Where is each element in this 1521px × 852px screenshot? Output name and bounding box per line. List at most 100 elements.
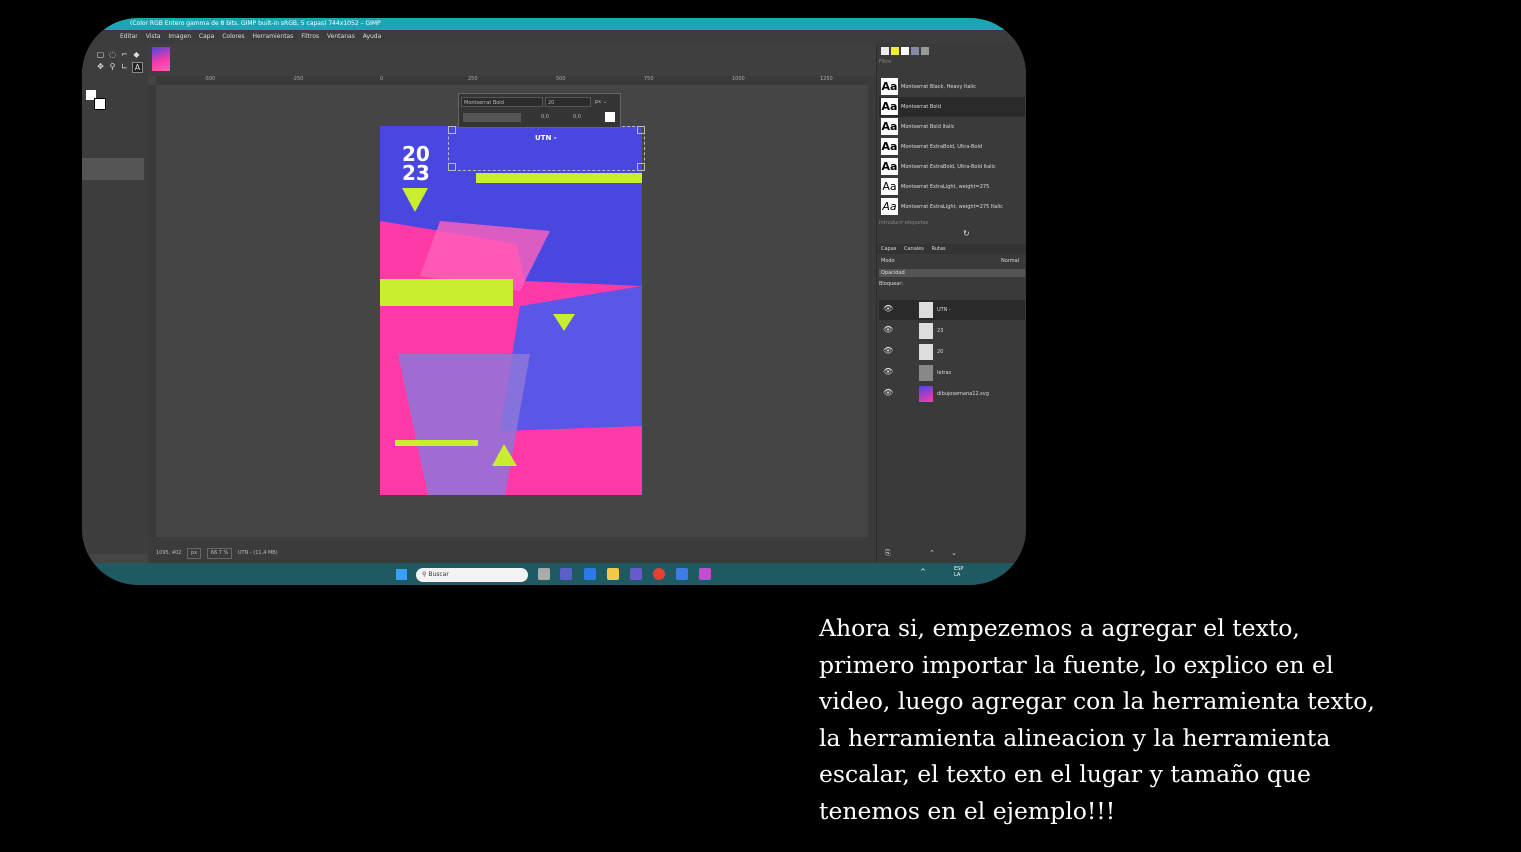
ruler-tick: 500	[556, 76, 566, 82]
poster-image[interactable]: 20 23 UTN -	[380, 126, 642, 495]
unit-select[interactable]: px	[187, 548, 202, 559]
kerning-field[interactable]: 0,0	[573, 113, 599, 122]
text-color-swatch[interactable]	[605, 112, 615, 122]
resize-handle[interactable]	[448, 163, 456, 171]
layer-row[interactable]: 👁 20	[879, 342, 1025, 362]
menu-filtros[interactable]: Filtros	[301, 33, 319, 40]
resize-handle[interactable]	[637, 126, 645, 134]
font-name-field[interactable]: Montserrat Bold	[461, 97, 543, 107]
window-title: (Color RGB Entero gamma de 8 bits, GIMP …	[82, 18, 1026, 30]
font-item[interactable]: Aa Montserrat ExtraBold, Ultra-Bold	[879, 137, 1025, 157]
layer-row[interactable]: 👁 dibujosemana12.svg	[879, 384, 1025, 404]
crop-icon[interactable]: ⌐	[120, 50, 129, 59]
gradient-icon[interactable]	[911, 47, 919, 55]
resize-handle[interactable]	[448, 126, 456, 134]
unit-select[interactable]: px ⌄	[595, 97, 617, 107]
lime-bar-top	[476, 173, 642, 183]
tag-input[interactable]: Introducir etiquetas	[879, 219, 1025, 227]
eye-icon[interactable]: 👁	[883, 388, 893, 398]
gimp-icon[interactable]	[699, 568, 711, 580]
pattern-icon[interactable]	[891, 47, 899, 55]
eye-icon[interactable]: 👁	[883, 304, 893, 314]
tab-rutas[interactable]: Rutas	[931, 246, 945, 252]
teams-icon[interactable]	[560, 568, 572, 580]
palette-icon[interactable]	[921, 47, 929, 55]
mode-select[interactable]: Normal	[1001, 258, 1019, 264]
text-tool-icon[interactable]: A	[132, 62, 143, 73]
discord-icon[interactable]	[630, 568, 642, 580]
resize-handle[interactable]	[637, 163, 645, 171]
measure-icon[interactable]: ∟	[120, 62, 129, 71]
zoom-select[interactable]: 66.7 %	[206, 548, 233, 559]
calendar-icon[interactable]	[584, 568, 596, 580]
dock-tab-icons[interactable]	[879, 46, 1025, 56]
baseline-field[interactable]: 0,0	[541, 113, 567, 122]
font-item[interactable]: Aa Montserrat Bold Italic	[879, 117, 1025, 137]
lasso-icon[interactable]: ◌	[108, 50, 117, 59]
select-rect-icon[interactable]: ▢	[96, 50, 105, 59]
language-indicator[interactable]: ESP LA	[954, 566, 963, 578]
brush-icon[interactable]	[881, 47, 889, 55]
font-item-selected[interactable]: Aa Montserrat Bold	[879, 97, 1025, 117]
menu-herramientas[interactable]: Herramientas	[252, 33, 293, 40]
unit-label: px	[595, 99, 602, 105]
image-layer-icon	[919, 386, 933, 402]
new-layer-icon[interactable]: ⎘	[885, 549, 891, 558]
zoom-icon[interactable]: ⚲	[108, 62, 117, 71]
app-icon[interactable]	[676, 568, 688, 580]
text-layer-icon	[919, 323, 933, 339]
lower-layer-icon[interactable]: ⌄	[951, 549, 957, 557]
raise-layer-icon[interactable]: ⌃	[929, 549, 935, 557]
ruler-tick: 1250	[820, 76, 833, 82]
layer-row[interactable]: 👁 23	[879, 321, 1025, 341]
windows-taskbar: ⚲ Buscar ^ ESP LA	[82, 563, 1026, 585]
menu-ayuda[interactable]: Ayuda	[363, 33, 382, 40]
font-item[interactable]: Aa Montserrat ExtraBold, Ultra-Bold Itali…	[879, 157, 1025, 177]
text-layer-icon	[919, 302, 933, 318]
ruler-tick: -500	[204, 76, 216, 82]
menu-capa[interactable]: Capa	[199, 33, 214, 40]
layer-row-selected[interactable]: 👁 UTN -	[879, 300, 1025, 320]
vertical-scrollbar[interactable]	[868, 76, 876, 543]
font-filter-input[interactable]: Filtro	[879, 58, 1025, 66]
windows-start-icon[interactable]	[396, 569, 407, 580]
search-icon: ⚲	[422, 571, 427, 578]
font-item[interactable]: Aa Montserrat Black, Heavy Italic	[879, 77, 1025, 97]
eye-icon[interactable]: 👁	[883, 325, 893, 335]
chrome-icon[interactable]	[653, 568, 665, 580]
opacity-slider[interactable]: Opacidad	[879, 269, 1025, 277]
instruction-caption: Ahora si, empezemos a agregar el texto, …	[819, 614, 1375, 825]
chevron-up-icon[interactable]: ^	[920, 568, 926, 576]
menu-editar[interactable]: Editar	[120, 33, 138, 40]
font-item[interactable]: Aa Montserrat ExtraLight, weight=275 Ital…	[879, 197, 1025, 217]
text-tool-editor: Montserrat Bold 20 px ⌄ 0,0 0,0	[458, 93, 621, 128]
task-view-icon[interactable]	[538, 568, 550, 580]
transparent-layer-icon	[919, 365, 933, 381]
eye-icon[interactable]: 👁	[883, 346, 893, 356]
menu-vista[interactable]: Vista	[146, 33, 161, 40]
toolbox: ▢ ◌ ⌐ ◆ ✥ ⚲ ∟ A	[82, 44, 148, 554]
taskbar-search[interactable]: ⚲ Buscar	[416, 568, 528, 582]
tab-capas[interactable]: Capas	[881, 246, 896, 252]
menu-colores[interactable]: Colores	[222, 33, 244, 40]
layers-tabs: Capas Canales Rutas	[877, 244, 1026, 254]
tab-canales[interactable]: Canales	[904, 246, 924, 252]
eye-icon[interactable]: 👁	[883, 367, 893, 377]
move-icon[interactable]: ✥	[96, 62, 105, 71]
bucket-icon[interactable]: ◆	[132, 50, 141, 59]
text-bounding-box[interactable]	[448, 126, 645, 171]
file-explorer-icon[interactable]	[607, 568, 619, 580]
font-preview-icon: Aa	[881, 118, 898, 135]
background-color-icon[interactable]	[94, 98, 106, 110]
font-tab-icon[interactable]	[901, 47, 909, 55]
image-thumbnail[interactable]	[152, 47, 170, 71]
text-style-buttons[interactable]	[463, 113, 521, 122]
font-size-field[interactable]: 20	[545, 97, 591, 107]
refresh-icon[interactable]: ↻	[963, 229, 970, 238]
layer-row[interactable]: 👁 letras	[879, 363, 1025, 383]
tool-options-panel	[82, 158, 144, 180]
lime-bar-bottom	[395, 440, 478, 446]
menu-ventanas[interactable]: Ventanas	[327, 33, 355, 40]
menu-imagen[interactable]: Imagen	[168, 33, 191, 40]
font-item[interactable]: Aa Montserrat ExtraLight, weight=275	[879, 177, 1025, 197]
